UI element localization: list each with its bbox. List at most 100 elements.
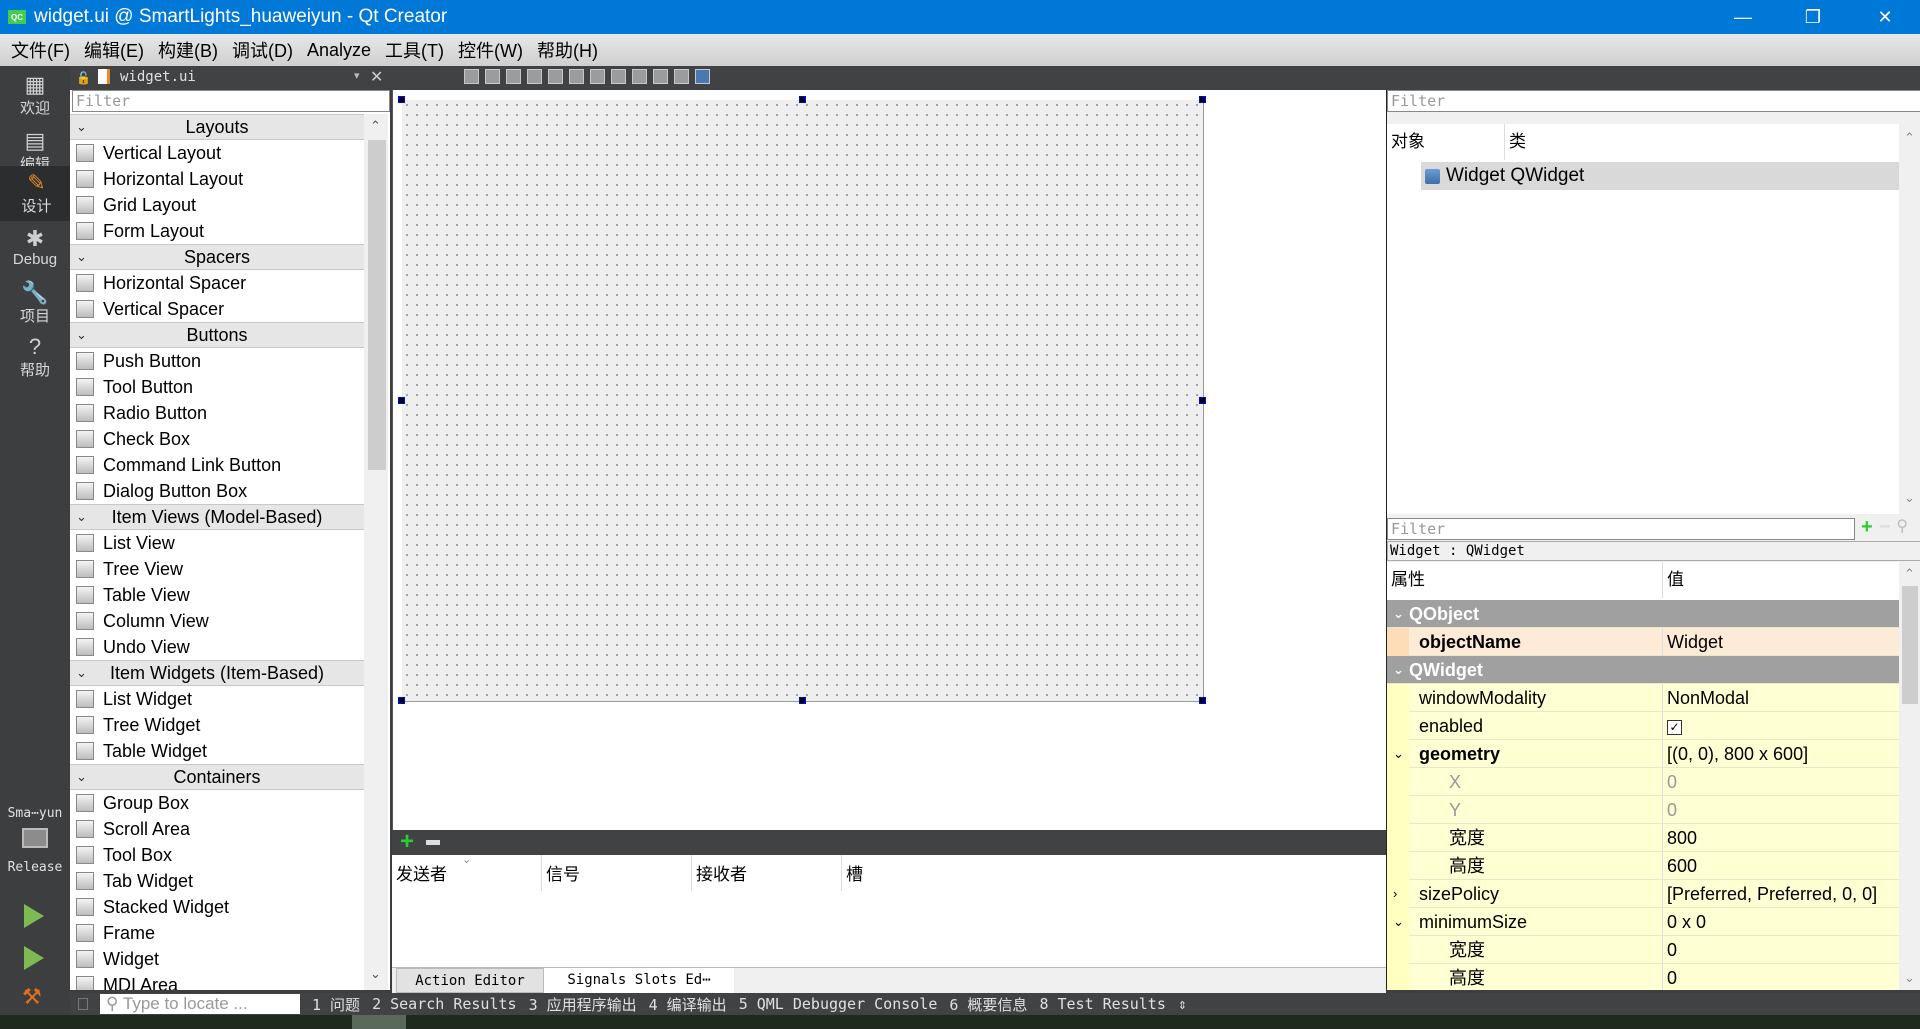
widget-item[interactable]: Tab Widget	[70, 868, 364, 894]
scroll-down-icon[interactable]: ⌄	[1904, 970, 1915, 986]
property-row[interactable]: ⌄ geometry [(0, 0), 800 x 600]	[1387, 740, 1899, 768]
resize-handle[interactable]	[799, 697, 806, 704]
column-header-slot[interactable]: 槽	[842, 855, 992, 891]
property-row[interactable]: 宽度 0	[1387, 936, 1899, 964]
widget-item[interactable]: Command Link Button	[70, 452, 364, 478]
widget-item[interactable]: Column View	[70, 608, 364, 634]
scrollbar-thumb[interactable]	[1902, 586, 1918, 704]
property-value[interactable]: [(0, 0), 800 x 600]	[1667, 744, 1808, 764]
open-document-name[interactable]: widget.ui	[120, 69, 196, 85]
widget-category-header[interactable]: ⌄ Layouts	[70, 114, 364, 140]
resize-handle[interactable]	[398, 96, 405, 103]
widget-item[interactable]: Vertical Layout	[70, 140, 364, 166]
widget-item[interactable]: Tree Widget	[70, 712, 364, 738]
add-dynamic-property-icon[interactable]: +	[1861, 516, 1873, 538]
chevron-down-icon[interactable]: ⌄	[1393, 908, 1404, 936]
adjust-size-icon[interactable]	[695, 69, 710, 84]
widget-item[interactable]: Dialog Button Box	[70, 478, 364, 504]
column-header-object[interactable]: 对象	[1387, 124, 1505, 160]
property-value[interactable]: 0	[1667, 772, 1677, 792]
property-value[interactable]: 0	[1667, 968, 1677, 988]
output-pane-button[interactable]: 6 概要信息	[949, 994, 1027, 1015]
object-tree-row[interactable]: Widget QWidget	[1421, 162, 1899, 190]
locator-input[interactable]: ⚲ Type to locate ...	[100, 994, 300, 1014]
object-inspector-filter-input[interactable]: Filter	[1387, 90, 1920, 112]
widget-item[interactable]: Scroll Area	[70, 816, 364, 842]
resize-handle[interactable]	[398, 697, 405, 704]
menu-1[interactable]: 编辑(E)	[77, 37, 151, 63]
layout-vertical-icon[interactable]	[569, 69, 584, 84]
lock-icon[interactable]: 🔓	[76, 71, 91, 85]
tab-signals-slots-editor[interactable]: Signals Slots Ed⋯	[544, 968, 734, 993]
widget-category-header[interactable]: ⌄ Item Widgets (Item-Based)	[70, 660, 364, 686]
property-filter-input[interactable]: Filter	[1387, 518, 1855, 540]
run-icon[interactable]	[24, 904, 44, 928]
resize-handle[interactable]	[1199, 397, 1206, 404]
widget-item[interactable]: Check Box	[70, 426, 364, 452]
property-row[interactable]: enabled ✓	[1387, 712, 1899, 740]
widget-item[interactable]: MDI Area	[70, 972, 364, 990]
widget-item[interactable]: Tool Box	[70, 842, 364, 868]
widget-box-scrollbar[interactable]: ⌃ ⌄	[364, 114, 388, 990]
widget-category-header[interactable]: ⌄ Buttons	[70, 322, 364, 348]
edit-buddies-icon[interactable]	[506, 69, 521, 84]
widget-item[interactable]: Horizontal Spacer	[70, 270, 364, 296]
maximize-button[interactable]: ❐	[1784, 0, 1842, 34]
widget-item[interactable]: Vertical Spacer	[70, 296, 364, 322]
close-document-button[interactable]: ✕	[370, 67, 383, 87]
toggle-sidebar-icon[interactable]	[78, 998, 88, 1010]
property-editor-scrollbar[interactable]: ⌃ ⌄	[1899, 562, 1920, 990]
menu-0[interactable]: 文件(F)	[4, 37, 77, 63]
kit-build-config[interactable]: Release	[0, 860, 70, 875]
resize-handle[interactable]	[799, 96, 806, 103]
property-group-row[interactable]: ⌄ QObject	[1387, 600, 1899, 628]
property-value[interactable]: NonModal	[1667, 688, 1749, 708]
property-value[interactable]: 0	[1667, 940, 1677, 960]
layout-horizontal-splitter-icon[interactable]	[590, 69, 605, 84]
property-row[interactable]: ⌄ minimumSize 0 x 0	[1387, 908, 1899, 936]
edit-widgets-icon[interactable]	[464, 69, 479, 84]
property-value[interactable]: 600	[1667, 856, 1697, 876]
property-value[interactable]: 0 x 0	[1667, 912, 1706, 932]
property-value[interactable]: Widget	[1667, 632, 1723, 652]
scrollbar-thumb[interactable]	[368, 140, 386, 470]
widget-item[interactable]: Tool Button	[70, 374, 364, 400]
scroll-up-icon[interactable]: ⌃	[370, 118, 381, 134]
menu-5[interactable]: 工具(T)	[378, 37, 451, 63]
scroll-up-icon[interactable]: ⌃	[1904, 566, 1915, 582]
tab-action-editor[interactable]: Action Editor	[396, 968, 544, 993]
widget-item[interactable]: Table Widget	[70, 738, 364, 764]
output-pane-button[interactable]: 8 Test Results	[1039, 995, 1165, 1013]
menu-2[interactable]: 构建(B)	[151, 37, 225, 63]
object-inspector-scrollbar[interactable]: ⌃ ⌄	[1899, 124, 1920, 514]
column-header-value[interactable]: 值	[1663, 562, 1899, 598]
widget-item[interactable]: Radio Button	[70, 400, 364, 426]
kit-selector-monitor-icon[interactable]	[22, 828, 48, 848]
widget-category-header[interactable]: ⌄ Item Views (Model-Based)	[70, 504, 364, 530]
widget-item[interactable]: Push Button	[70, 348, 364, 374]
widget-item[interactable]: Frame	[70, 920, 364, 946]
mode-3[interactable]: ✱ Debug	[0, 220, 70, 275]
build-hammer-icon[interactable]: ⚒	[22, 984, 42, 1010]
mode-4[interactable]: 🔧 项目	[0, 276, 70, 331]
column-header-signal[interactable]: 信号	[542, 855, 692, 891]
output-pane-button[interactable]: 4 编译输出	[649, 994, 727, 1015]
widget-item[interactable]: List Widget	[70, 686, 364, 712]
menu-3[interactable]: 调试(D)	[225, 37, 300, 63]
edit-signals-slots-icon[interactable]	[485, 69, 500, 84]
property-row[interactable]: objectName Widget	[1387, 628, 1899, 656]
widget-item[interactable]: Widget	[70, 946, 364, 972]
property-value[interactable]: 0	[1667, 800, 1677, 820]
layout-grid-icon[interactable]	[653, 69, 668, 84]
remove-connection-icon[interactable]	[426, 840, 440, 845]
resize-handle[interactable]	[1199, 697, 1206, 704]
widget-item[interactable]: Group Box	[70, 790, 364, 816]
widget-item[interactable]: Form Layout	[70, 218, 364, 244]
output-pane-button[interactable]: 3 应用程序输出	[529, 994, 637, 1015]
widget-item[interactable]: Stacked Widget	[70, 894, 364, 920]
layout-horizontal-icon[interactable]	[548, 69, 563, 84]
configure-wrench-icon[interactable]: ⚲	[1896, 516, 1908, 538]
document-dropdown-icon[interactable]: ▾	[354, 69, 360, 82]
property-row[interactable]: X0	[1387, 768, 1899, 796]
close-window-button[interactable]: ✕	[1856, 0, 1914, 34]
